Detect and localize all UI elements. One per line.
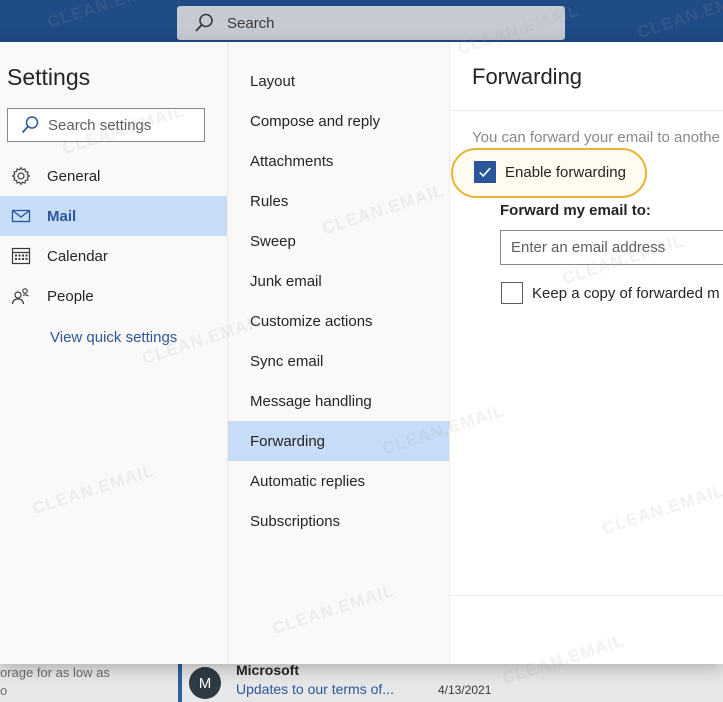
message-subject[interactable]: Updates to our terms of...: [236, 681, 394, 697]
calendar-icon: [11, 246, 31, 266]
nav-item-calendar[interactable]: Calendar: [0, 236, 227, 276]
nav-item-label: People: [47, 287, 94, 305]
mail-icon: [11, 206, 31, 226]
top-bar: Search: [0, 0, 723, 42]
page-title: Forwarding: [472, 64, 583, 89]
settings-dialog: Settings General: [0, 42, 723, 664]
footer-divider: [450, 595, 723, 596]
section-automatic-replies[interactable]: Automatic replies: [228, 461, 449, 501]
search-icon: [21, 116, 39, 134]
checkbox-unchecked[interactable]: [501, 282, 523, 304]
promo-line-1: orage for as low as: [0, 665, 110, 680]
section-attachments[interactable]: Attachments: [228, 141, 449, 181]
checkmark-icon: [479, 167, 491, 178]
nav-item-label: Mail: [47, 207, 77, 225]
settings-search-input[interactable]: [48, 116, 198, 134]
promo-text: orage for as low as o: [0, 664, 110, 700]
selected-message-stripe: [178, 664, 182, 702]
keep-copy-checkbox[interactable]: Keep a copy of forwarded m: [501, 282, 720, 304]
forward-to-label: Forward my email to:: [500, 202, 651, 219]
nav-item-people[interactable]: People: [0, 276, 227, 316]
section-compose-and-reply[interactable]: Compose and reply: [228, 101, 449, 141]
section-junk-email[interactable]: Junk email: [228, 261, 449, 301]
mail-sections-pane: Layout Compose and reply Attachments Rul…: [228, 42, 450, 664]
section-forwarding[interactable]: Forwarding: [228, 421, 449, 461]
section-subscriptions[interactable]: Subscriptions: [228, 501, 449, 541]
section-message-handling[interactable]: Message handling: [228, 381, 449, 421]
settings-categories-pane: Settings General: [0, 42, 228, 664]
global-search-box[interactable]: Search: [177, 6, 565, 40]
search-icon: [195, 13, 213, 32]
inbox-background: orage for as low as o M Microsoft Update…: [0, 664, 723, 702]
message-sender[interactable]: Microsoft: [236, 664, 299, 678]
enable-forwarding-label: Enable forwarding: [505, 163, 626, 181]
nav-item-mail[interactable]: Mail: [0, 196, 227, 236]
forwarding-description: You can forward your email to anothe: [472, 129, 720, 146]
section-rules[interactable]: Rules: [228, 181, 449, 221]
settings-search-box[interactable]: [7, 108, 205, 142]
forwarding-pane: Forwarding You can forward your email to…: [450, 42, 723, 664]
section-sync-email[interactable]: Sync email: [228, 341, 449, 381]
view-quick-settings-link[interactable]: View quick settings: [50, 329, 177, 346]
nav-item-label: General: [47, 167, 101, 185]
section-customize-actions[interactable]: Customize actions: [228, 301, 449, 341]
people-icon: [11, 286, 31, 306]
settings-title: Settings: [7, 64, 91, 90]
global-search-label: Search: [227, 14, 275, 32]
email-field[interactable]: [500, 230, 723, 265]
enable-forwarding-checkbox[interactable]: Enable forwarding: [474, 161, 626, 183]
avatar: M: [189, 667, 221, 699]
divider: [450, 110, 723, 111]
forward-email-input[interactable]: [511, 239, 721, 256]
nav-item-label: Calendar: [47, 247, 108, 265]
nav-item-general[interactable]: General: [0, 156, 227, 196]
keep-copy-label: Keep a copy of forwarded m: [532, 284, 720, 302]
gear-icon: [11, 166, 31, 186]
section-sweep[interactable]: Sweep: [228, 221, 449, 261]
checkbox-checked[interactable]: [474, 161, 496, 183]
message-date: 4/13/2021: [438, 683, 492, 697]
promo-line-2: o: [0, 683, 8, 698]
section-layout[interactable]: Layout: [228, 61, 449, 101]
